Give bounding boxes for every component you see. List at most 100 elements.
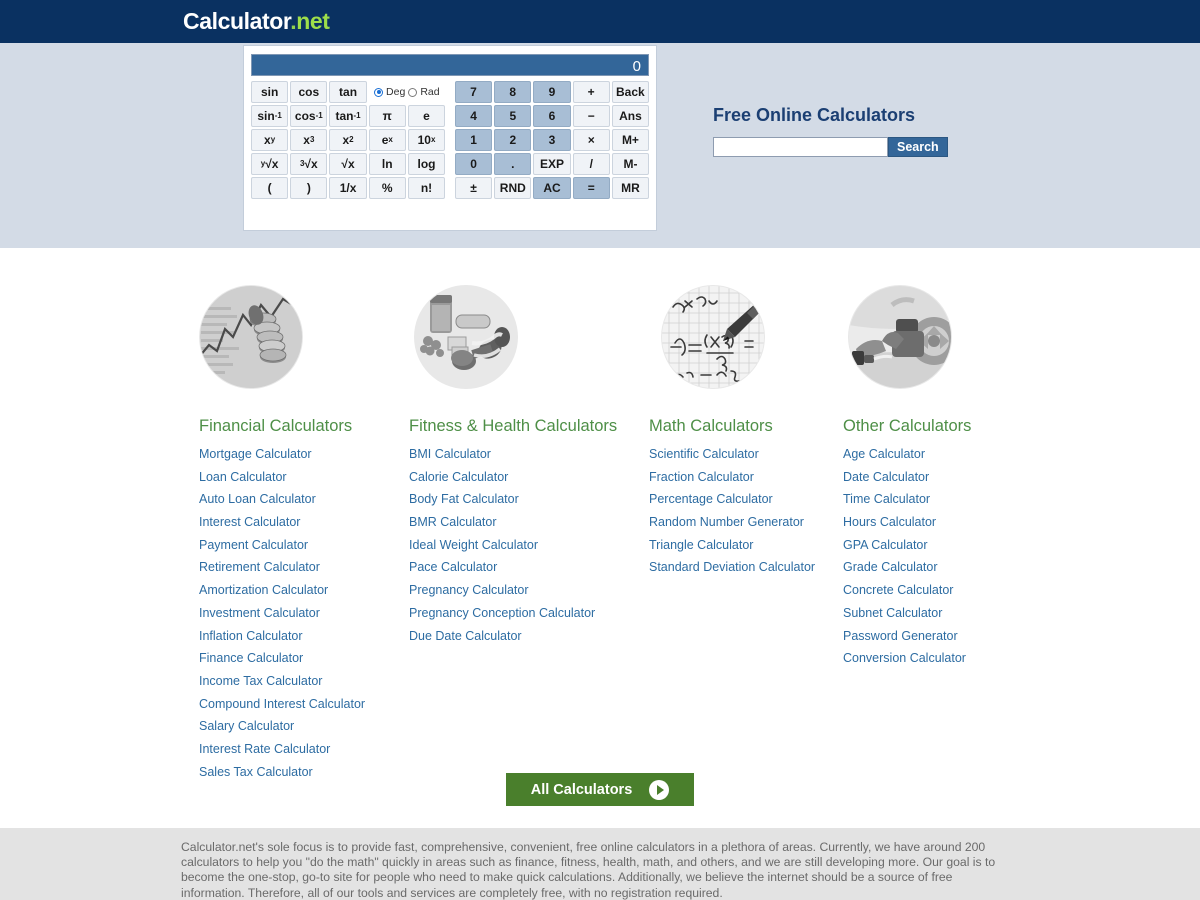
- calc-key-9[interactable]: 9: [533, 81, 571, 103]
- category-link[interactable]: Loan Calculator: [199, 470, 287, 484]
- calc-key-open-paren[interactable]: (: [251, 177, 289, 199]
- calc-key-x-pow-y[interactable]: xy: [251, 129, 289, 151]
- category-link[interactable]: Scientific Calculator: [649, 447, 759, 461]
- category-link[interactable]: Income Tax Calculator: [199, 674, 322, 688]
- category-link[interactable]: Concrete Calculator: [843, 583, 953, 597]
- category-link[interactable]: Time Calculator: [843, 492, 930, 506]
- fuel-pump-icon[interactable]: [848, 285, 952, 389]
- calc-key-percent[interactable]: %: [368, 177, 406, 199]
- category-link[interactable]: Ideal Weight Calculator: [409, 538, 538, 552]
- calc-key-0[interactable]: 0: [454, 153, 493, 175]
- search-input[interactable]: [713, 137, 888, 157]
- category-link[interactable]: Retirement Calculator: [199, 560, 320, 574]
- category-link[interactable]: Finance Calculator: [199, 651, 303, 665]
- category-link[interactable]: Conversion Calculator: [843, 651, 966, 665]
- calc-key-plus-minus[interactable]: ±: [454, 177, 493, 199]
- category-link[interactable]: Amortization Calculator: [199, 583, 328, 597]
- category-link[interactable]: Body Fat Calculator: [409, 492, 519, 506]
- calc-key-e[interactable]: e: [407, 105, 446, 127]
- calc-key-acos[interactable]: cos -1: [290, 105, 328, 127]
- calc-key-factorial[interactable]: n!: [407, 177, 446, 199]
- calc-key-7[interactable]: 7: [454, 81, 493, 103]
- calc-key-minus[interactable]: −: [572, 105, 610, 127]
- pencil-equation-icon[interactable]: [661, 285, 765, 389]
- calc-key-divide[interactable]: /: [572, 153, 610, 175]
- category-link[interactable]: Mortgage Calculator: [199, 447, 312, 461]
- search-button[interactable]: Search: [888, 137, 948, 157]
- category-link[interactable]: Hours Calculator: [843, 515, 936, 529]
- category-link[interactable]: Compound Interest Calculator: [199, 697, 365, 711]
- category-link[interactable]: Salary Calculator: [199, 719, 294, 733]
- calc-key-4[interactable]: 4: [454, 105, 493, 127]
- deg-radio-icon[interactable]: [374, 87, 384, 97]
- calc-key-back[interactable]: Back: [611, 81, 649, 103]
- calc-key-plus[interactable]: +: [572, 81, 610, 103]
- calc-key-rnd[interactable]: RND: [494, 177, 532, 199]
- calc-key-5[interactable]: 5: [494, 105, 532, 127]
- category-link[interactable]: Standard Deviation Calculator: [649, 560, 815, 574]
- calc-key-sqrt[interactable]: √x: [329, 153, 367, 175]
- category-link[interactable]: Calorie Calculator: [409, 470, 508, 484]
- calc-key-e-pow-x[interactable]: ex: [368, 129, 406, 151]
- coins-chart-icon[interactable]: [199, 285, 303, 389]
- category-link[interactable]: Subnet Calculator: [843, 606, 942, 620]
- category-link[interactable]: GPA Calculator: [843, 538, 928, 552]
- all-calculators-button[interactable]: All Calculators: [506, 773, 694, 806]
- calc-key-exp[interactable]: EXP: [533, 153, 571, 175]
- calc-key-asin[interactable]: sin -1: [251, 105, 289, 127]
- category-link[interactable]: Due Date Calculator: [409, 629, 522, 643]
- calc-key-3[interactable]: 3: [533, 129, 571, 151]
- food-dumbbell-icon[interactable]: [414, 285, 518, 389]
- category-link[interactable]: Pace Calculator: [409, 560, 497, 574]
- calc-key-all-clear[interactable]: AC: [533, 177, 571, 199]
- calc-key-8[interactable]: 8: [494, 81, 532, 103]
- site-logo[interactable]: Calculator.net: [183, 10, 330, 33]
- calc-key-ten-pow-x[interactable]: 10 x: [407, 129, 446, 151]
- calc-key-cube-root[interactable]: 3 √x: [290, 153, 328, 175]
- calc-key-6[interactable]: 6: [533, 105, 571, 127]
- category-link[interactable]: BMI Calculator: [409, 447, 491, 461]
- category-link[interactable]: Fraction Calculator: [649, 470, 754, 484]
- category-link[interactable]: Auto Loan Calculator: [199, 492, 316, 506]
- category-link[interactable]: Interest Rate Calculator: [199, 742, 330, 756]
- calc-key-yth-root[interactable]: y √x: [251, 153, 289, 175]
- category-link[interactable]: Triangle Calculator: [649, 538, 753, 552]
- calc-key-2[interactable]: 2: [494, 129, 532, 151]
- calc-key-memory-plus[interactable]: M+: [611, 129, 650, 151]
- calc-key-x-cubed[interactable]: x3: [290, 129, 328, 151]
- category-link[interactable]: Date Calculator: [843, 470, 929, 484]
- category-link[interactable]: Password Generator: [843, 629, 958, 643]
- calc-key-x-squared[interactable]: x2: [329, 129, 367, 151]
- calc-key-equals[interactable]: =: [572, 177, 610, 199]
- calc-key-decimal[interactable]: .: [494, 153, 532, 175]
- rad-radio-icon[interactable]: [408, 87, 418, 97]
- calc-key-tan[interactable]: tan: [329, 81, 367, 103]
- category-link[interactable]: Random Number Generator: [649, 515, 804, 529]
- calc-key-pi[interactable]: π: [368, 105, 406, 127]
- calc-key-atan[interactable]: tan -1: [329, 105, 367, 127]
- angle-mode-selector[interactable]: Deg Rad: [369, 81, 445, 103]
- calc-key-multiply[interactable]: ×: [572, 129, 610, 151]
- calc-key-log[interactable]: log: [407, 153, 446, 175]
- calc-key-cos[interactable]: cos: [290, 81, 328, 103]
- calc-key-sin[interactable]: sin: [251, 81, 289, 103]
- category-link[interactable]: Interest Calculator: [199, 515, 300, 529]
- calc-key-ln[interactable]: ln: [368, 153, 406, 175]
- calculator-display[interactable]: 0: [251, 54, 649, 76]
- calc-key-ans[interactable]: Ans: [611, 105, 650, 127]
- category-link[interactable]: Pregnancy Conception Calculator: [409, 606, 595, 620]
- category-link[interactable]: Investment Calculator: [199, 606, 320, 620]
- calc-key-1[interactable]: 1: [454, 129, 493, 151]
- calc-key-memory-minus[interactable]: M-: [611, 153, 650, 175]
- calc-key-close-paren[interactable]: ): [290, 177, 328, 199]
- category-link[interactable]: Inflation Calculator: [199, 629, 303, 643]
- category-link[interactable]: Age Calculator: [843, 447, 925, 461]
- category-link[interactable]: Payment Calculator: [199, 538, 308, 552]
- calc-key-memory-recall[interactable]: MR: [611, 177, 650, 199]
- scientific-calculator-widget[interactable]: 0 sin cos tan Deg Rad 7 8 9 + Back sin -1…: [243, 45, 657, 231]
- category-link[interactable]: Grade Calculator: [843, 560, 938, 574]
- category-link[interactable]: BMR Calculator: [409, 515, 497, 529]
- category-link[interactable]: Percentage Calculator: [649, 492, 773, 506]
- calc-key-reciprocal[interactable]: 1/x: [329, 177, 367, 199]
- category-link[interactable]: Pregnancy Calculator: [409, 583, 529, 597]
